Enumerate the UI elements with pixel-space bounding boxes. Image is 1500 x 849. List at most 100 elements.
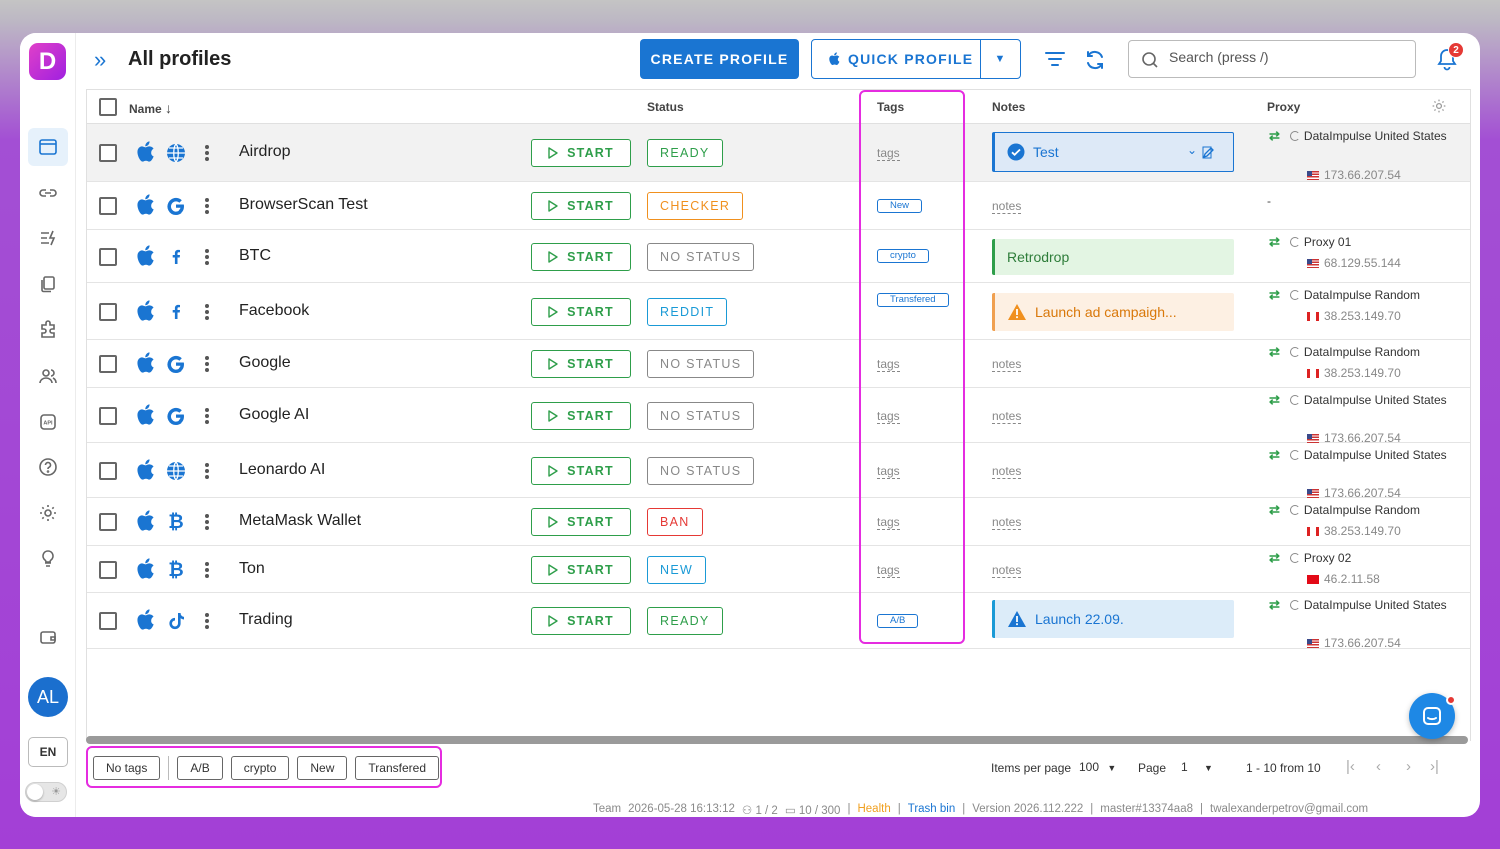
table-row[interactable]: Google AI START NO STATUS tags notes ⇄ Data… — [87, 388, 1470, 445]
wallet-icon[interactable] — [28, 618, 68, 656]
avatar[interactable]: AL — [28, 677, 68, 717]
status-badge[interactable]: NO STATUS — [647, 350, 755, 378]
start-button[interactable]: START — [531, 243, 631, 271]
row-menu-icon[interactable] — [205, 196, 211, 216]
filter-icon[interactable] — [1044, 49, 1066, 69]
swap-icon[interactable]: ⇄ — [1269, 447, 1280, 463]
status-badge[interactable]: REDDIT — [647, 298, 728, 326]
quick-profile-dropdown-icon[interactable]: ▼ — [980, 40, 1020, 78]
table-row[interactable]: Airdrop START READY tags Test ⌄ ⇄ DataImpuls… — [87, 124, 1470, 182]
refresh-icon[interactable] — [1084, 49, 1106, 71]
items-per-page-select[interactable]: 100 ▼ — [1079, 760, 1116, 774]
refresh-ip-icon[interactable] — [1289, 450, 1300, 460]
row-checkbox[interactable] — [99, 355, 117, 373]
health-link[interactable]: Health — [857, 803, 890, 817]
swap-icon[interactable]: ⇄ — [1269, 502, 1280, 518]
notes-placeholder[interactable]: notes — [992, 410, 1022, 424]
row-checkbox[interactable] — [99, 462, 117, 480]
profile-name[interactable]: BrowserScan Test — [239, 196, 368, 214]
profile-name[interactable]: Google — [239, 354, 291, 372]
extensions-icon[interactable] — [28, 311, 68, 349]
start-button[interactable]: START — [531, 607, 631, 635]
app-logo[interactable]: D — [29, 43, 66, 80]
proxy-cell[interactable]: ⇄ DataImpulse Random 38.253.149.70 — [1269, 287, 1420, 323]
row-menu-icon[interactable] — [205, 354, 211, 374]
table-row[interactable]: BrowserScan Test START CHECKER New notes - — [87, 182, 1470, 230]
status-badge[interactable]: NO STATUS — [647, 402, 755, 430]
table-row[interactable]: BTC START NO STATUS crypto Retrodrop ⇄ Prox… — [87, 230, 1470, 283]
refresh-ip-icon[interactable] — [1289, 237, 1300, 247]
start-button[interactable]: START — [531, 457, 631, 485]
start-button[interactable]: START — [531, 556, 631, 584]
proxy-cell[interactable]: ⇄ DataImpulse United States 173.66.207.54 — [1269, 447, 1447, 500]
row-checkbox[interactable] — [99, 144, 117, 162]
profile-name[interactable]: Facebook — [239, 302, 309, 320]
row-menu-icon[interactable] — [205, 143, 211, 163]
last-page-icon[interactable]: ›| — [1430, 758, 1439, 775]
note-card[interactable]: Launch ad campaigh... — [992, 293, 1234, 331]
table-row[interactable]: ₿ Ton START NEW tags notes ⇄ Proxy 02 46.2.1… — [87, 546, 1470, 593]
language-button[interactable]: EN — [28, 737, 68, 767]
refresh-ip-icon[interactable] — [1289, 347, 1300, 357]
chat-button[interactable] — [1409, 693, 1456, 739]
edit-icon[interactable] — [1202, 146, 1215, 159]
status-badge[interactable]: READY — [647, 139, 723, 167]
start-button[interactable]: START — [531, 298, 631, 326]
refresh-ip-icon[interactable] — [1289, 553, 1300, 563]
search-field[interactable] — [1128, 40, 1416, 78]
row-menu-icon[interactable] — [205, 512, 211, 532]
status-badge[interactable]: NEW — [647, 556, 707, 584]
profile-name[interactable]: Google AI — [239, 406, 309, 424]
profile-name[interactable]: Airdrop — [239, 143, 291, 161]
start-button[interactable]: START — [531, 402, 631, 430]
page-select[interactable]: 1 ▼ — [1181, 760, 1213, 774]
row-checkbox[interactable] — [99, 197, 117, 215]
notes-placeholder[interactable]: notes — [992, 516, 1022, 530]
table-row[interactable]: Leonardo AI START NO STATUS tags notes ⇄ Da… — [87, 443, 1470, 500]
first-page-icon[interactable]: |‹ — [1346, 758, 1355, 775]
api-icon[interactable]: API — [28, 403, 68, 441]
search-input[interactable] — [1169, 49, 1399, 65]
profile-name[interactable]: Leonardo AI — [239, 461, 325, 479]
proxy-cell[interactable]: ⇄ Proxy 01 68.129.55.144 — [1269, 234, 1401, 270]
row-menu-icon[interactable] — [205, 406, 211, 426]
notes-placeholder[interactable]: notes — [992, 358, 1022, 372]
proxy-cell[interactable]: ⇄ Proxy 02 46.2.11.58 — [1269, 550, 1380, 586]
proxy-cell[interactable]: ⇄ DataImpulse United States 173.66.207.54 — [1269, 597, 1447, 650]
proxy-cell[interactable]: ⇄ DataImpulse Random 38.253.149.70 — [1269, 502, 1420, 538]
note-card[interactable]: Retrodrop — [992, 239, 1234, 275]
profiles-icon[interactable] — [28, 128, 68, 166]
refresh-ip-icon[interactable] — [1289, 505, 1300, 515]
select-all-checkbox[interactable] — [99, 98, 117, 116]
note-card[interactable]: Launch 22.09. — [992, 600, 1234, 638]
status-badge[interactable]: NO STATUS — [647, 457, 755, 485]
notes-placeholder[interactable]: notes — [992, 465, 1022, 479]
column-settings-icon[interactable] — [1431, 98, 1447, 114]
status-badge[interactable]: NO STATUS — [647, 243, 755, 271]
row-checkbox[interactable] — [99, 407, 117, 425]
quick-profile-button[interactable]: QUICK PROFILE ▼ — [811, 39, 1021, 79]
start-button[interactable]: START — [531, 139, 631, 167]
table-row[interactable]: Facebook START REDDIT Transfered Launch ad… — [87, 283, 1470, 340]
row-menu-icon[interactable] — [205, 560, 211, 580]
table-row[interactable]: ₿ MetaMask Wallet START BAN tags notes ⇄ Dat… — [87, 498, 1470, 546]
expand-sidebar-icon[interactable]: » — [94, 49, 106, 71]
automation-icon[interactable] — [28, 219, 68, 257]
row-menu-icon[interactable] — [205, 247, 211, 267]
column-name[interactable]: Name ↓ — [129, 100, 172, 116]
note-card[interactable]: Test ⌄ — [992, 132, 1234, 172]
swap-icon[interactable]: ⇄ — [1269, 392, 1280, 408]
profile-name[interactable]: MetaMask Wallet — [239, 512, 361, 530]
row-checkbox[interactable] — [99, 248, 117, 266]
swap-icon[interactable]: ⇄ — [1269, 344, 1280, 360]
swap-icon[interactable]: ⇄ — [1269, 550, 1280, 566]
row-menu-icon[interactable] — [205, 302, 211, 322]
swap-icon[interactable]: ⇄ — [1269, 597, 1280, 613]
row-checkbox[interactable] — [99, 513, 117, 531]
proxy-cell[interactable]: ⇄ DataImpulse United States 173.66.207.54 — [1269, 392, 1447, 445]
swap-icon[interactable]: ⇄ — [1269, 287, 1280, 303]
profile-name[interactable]: Trading — [239, 611, 293, 629]
idea-icon[interactable] — [28, 540, 68, 578]
status-badge[interactable]: BAN — [647, 508, 703, 536]
start-button[interactable]: START — [531, 508, 631, 536]
